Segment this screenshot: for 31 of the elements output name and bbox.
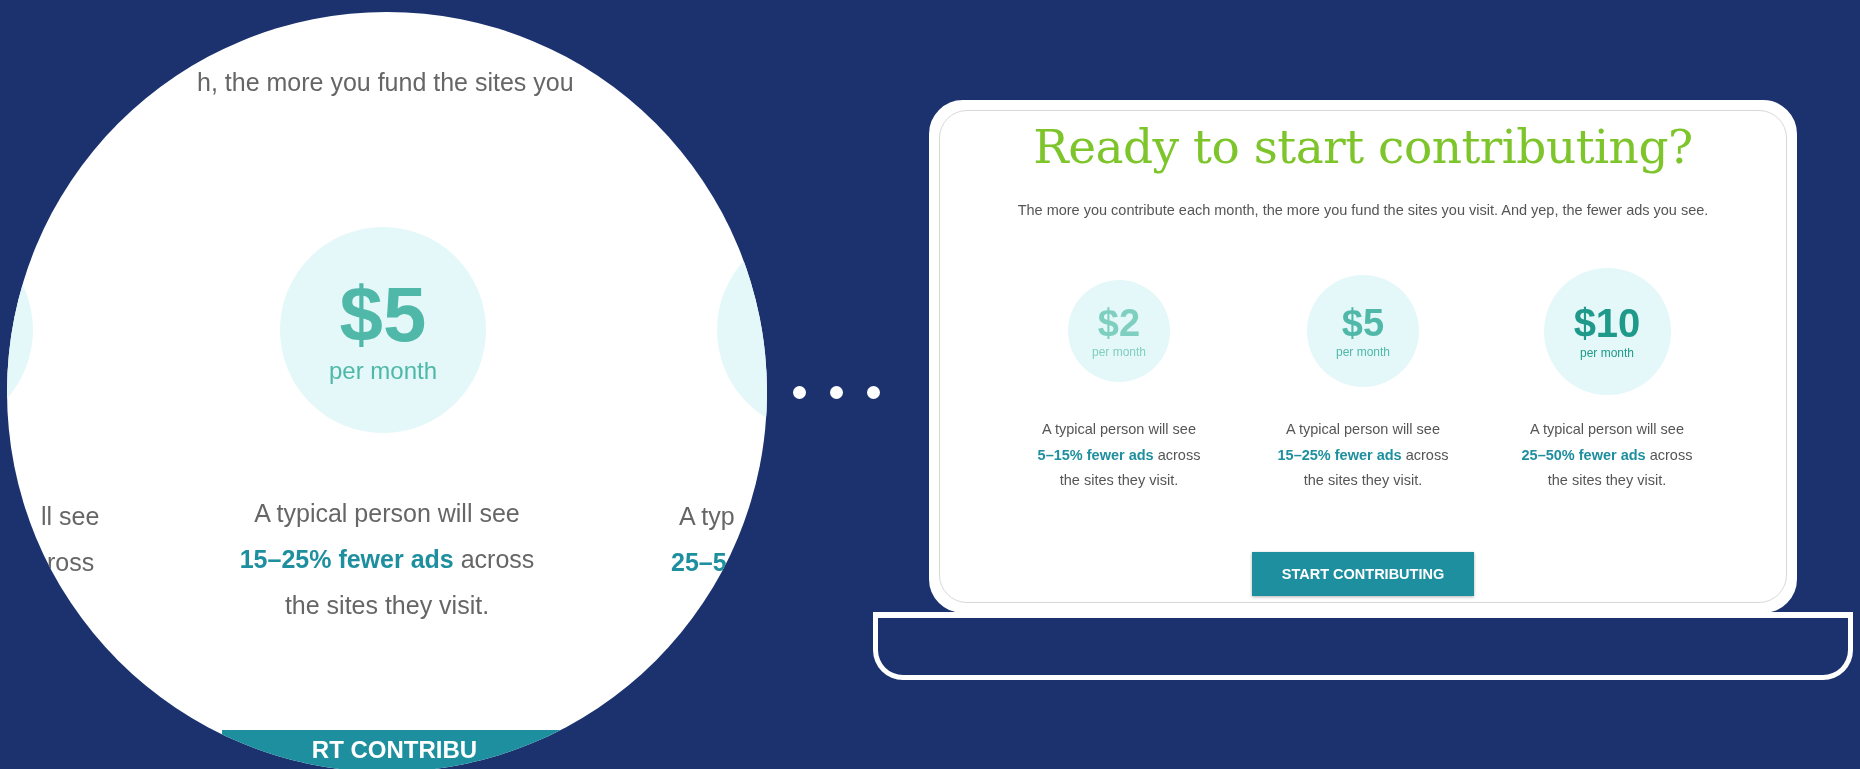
description-text: 25–50% fewer ads across xyxy=(1521,445,1693,465)
description-text: A typical person will see xyxy=(1285,420,1441,439)
description-text: the sites they visit. xyxy=(1546,471,1668,490)
dot-icon xyxy=(793,386,806,399)
price-amount: $2 xyxy=(1097,303,1141,342)
description-text: 25–5 xyxy=(671,548,727,577)
description-text: the sites they visit. xyxy=(1058,471,1180,490)
subtitle-text: The more you contribute each month, the more you fund the sites you visit. And yep, the fewer ads you see. xyxy=(1017,202,1709,218)
description-text: 15–25% fewer ads across xyxy=(1277,445,1449,465)
price-amount: $5 xyxy=(1341,303,1385,342)
price-period: per month xyxy=(328,357,438,385)
description-text: ross xyxy=(47,548,95,577)
description-text: 15–25% fewer ads across xyxy=(238,544,536,575)
description-text: A typical person will see xyxy=(253,498,521,529)
dot-icon xyxy=(867,386,880,399)
description-text: A typ xyxy=(679,502,735,531)
start-contributing-button[interactable]: START CONTRIBUTING xyxy=(1252,551,1474,596)
description-text: the sites they visit. xyxy=(283,590,491,621)
description-text: A typical person will see xyxy=(1041,420,1197,439)
subtitle-text: h, the more you fund the sites you xyxy=(197,68,574,97)
description-text: ll see xyxy=(41,502,100,531)
price-amount: $10 xyxy=(1573,303,1641,343)
price-period: per month xyxy=(1092,344,1146,359)
price-period: per month xyxy=(1336,344,1390,359)
description-text: the sites they visit. xyxy=(1302,471,1424,490)
description-text: 5–15% fewer ads across xyxy=(1037,445,1201,465)
page-title: Ready to start contributing? xyxy=(1033,119,1693,174)
price-amount: $5 xyxy=(339,275,427,353)
dot-icon xyxy=(830,386,843,399)
description-text: A typical person will see xyxy=(1529,420,1685,439)
price-period: per month xyxy=(1580,346,1634,360)
